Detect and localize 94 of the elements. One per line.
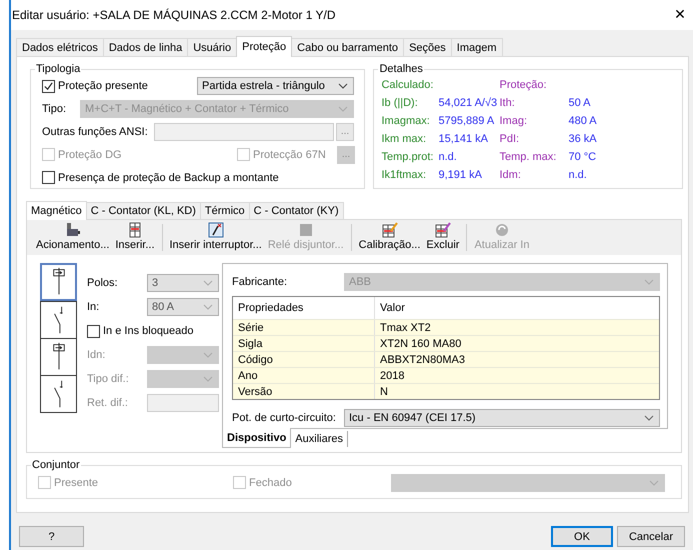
tab[interactable]: Magnético — [26, 201, 87, 220]
dropdown[interactable] — [147, 370, 219, 388]
detail-value: n.d. — [568, 169, 588, 181]
detail-label: Imag: — [499, 115, 528, 127]
section-heading: Proteção: — [499, 79, 548, 91]
detail-value: 5795,889 A — [438, 115, 496, 127]
symbol-button[interactable] — [40, 375, 77, 413]
detail-value: 50 A — [568, 97, 592, 109]
checkbox[interactable]: In e Ins bloqueado — [87, 324, 194, 338]
toolbar-button[interactable]: Excluir — [423, 222, 462, 255]
dropdown[interactable]: 80 A — [147, 298, 219, 316]
square-icon — [298, 222, 314, 238]
field-label: Tipo: — [42, 102, 68, 114]
dropdown[interactable] — [147, 346, 219, 364]
toolbar-button[interactable]: Calibração... — [356, 222, 424, 255]
field-label: In: — [87, 301, 100, 313]
tab[interactable]: Dispositivo — [222, 428, 292, 448]
tab[interactable]: Seções — [403, 38, 452, 56]
detail-value: 9,191 kA — [438, 169, 483, 181]
symbol-button[interactable] — [40, 301, 77, 339]
switch-icon — [208, 222, 224, 238]
toolbar-button[interactable]: Inserir interruptor... — [166, 222, 265, 255]
column-header: Valor — [379, 302, 405, 314]
chevron-down-icon — [644, 278, 654, 284]
toolbar-button[interactable]: Acionamento... — [33, 222, 112, 255]
refresh-icon — [494, 222, 510, 238]
checkmark-icon — [43, 80, 54, 92]
ok-button[interactable]: OK — [551, 526, 613, 547]
input-field[interactable] — [147, 394, 219, 412]
chevron-down-icon — [644, 414, 654, 420]
detail-label: Imagmax: — [381, 115, 431, 127]
section-heading: Calculado: — [381, 79, 434, 91]
field-label: Polos: — [87, 277, 119, 289]
chevron-down-icon — [203, 304, 213, 310]
detail-value: 36 kA — [568, 133, 598, 145]
detail-label: PdI: — [499, 133, 520, 145]
checkbox[interactable]: Presença de proteção de Backup a montante — [42, 171, 279, 184]
symbol-button[interactable] — [40, 263, 77, 301]
detail-value: n.d. — [438, 151, 458, 163]
chevron-down-icon — [649, 480, 659, 486]
tab[interactable]: Térmico — [200, 202, 250, 219]
chevron-down-icon — [338, 106, 348, 112]
field-label: Idn: — [87, 349, 106, 361]
field-label: Outras funções ANSI: — [42, 126, 149, 138]
motor-icon — [64, 222, 81, 238]
table-cell-text: N — [379, 386, 388, 398]
toolbar-button[interactable]: Inserir... — [112, 222, 158, 255]
input-field[interactable] — [154, 122, 334, 140]
chevron-down-icon — [203, 280, 213, 286]
table-cell-text: Tmax XT2 — [379, 322, 431, 334]
field-label: Pot. de curto-circuito: — [232, 412, 337, 424]
tab[interactable]: C - Contator (KL, KD) — [86, 202, 201, 219]
window-title: Editar usuário: +SALA DE MÁQUINAS 2.CCM 2-Motor 1 Y/D — [12, 8, 337, 22]
tab[interactable]: Dados elétricos — [16, 38, 104, 56]
detail-value: 54,021 A/√3 — [438, 97, 498, 109]
table-cell: Versão — [233, 384, 375, 399]
detail-label: Ith: — [499, 97, 516, 109]
field-label: Tipo dif.: — [87, 373, 130, 385]
detail-value: 70 °C — [568, 151, 598, 163]
dropdown[interactable] — [391, 474, 665, 492]
detail-label: Temp. max: — [499, 151, 558, 163]
close-button[interactable]: ✕ — [667, 7, 693, 23]
help-button[interactable]: ? — [19, 526, 84, 547]
field-label: Fabricante: — [232, 276, 288, 288]
tab[interactable]: C - Contator (KY) — [248, 202, 344, 219]
cancel-button[interactable]: Cancelar — [617, 526, 685, 547]
tab[interactable]: Imagem — [450, 38, 503, 56]
table-cell-text: ABBXT2N80MA3 — [379, 354, 465, 366]
table-cell-text: 2018 — [379, 370, 404, 382]
detail-value: 15,141 kA — [438, 133, 490, 145]
detail-label: Ib (||D): — [381, 97, 419, 109]
table-cell-text: XT2N 160 MA80 — [379, 338, 462, 350]
detail-label: Temp.prot: — [381, 151, 434, 163]
field-label: Ret. dif.: — [87, 397, 129, 409]
dropdown[interactable]: 3 — [147, 274, 219, 292]
checkbox[interactable]: Proteção presente — [42, 80, 197, 92]
detail-label: Ik1ftmax: — [381, 169, 428, 181]
chevron-down-icon — [338, 83, 348, 89]
chevron-down-icon — [203, 376, 213, 382]
symbol-button[interactable] — [40, 338, 77, 376]
dropdown[interactable]: Icu - EN 60947 (CEI 17.5) — [344, 408, 660, 426]
tab[interactable]: Proteção — [236, 36, 292, 57]
detail-label: Ikm max: — [381, 133, 428, 145]
detail-value: 480 A — [568, 115, 598, 127]
table-pencil-icon — [434, 222, 451, 238]
chevron-down-icon — [203, 352, 213, 358]
group-title: Tipologia — [35, 63, 82, 75]
group-title: Conjuntor — [31, 459, 81, 471]
detail-label: Idm: — [499, 169, 522, 181]
dropdown[interactable]: Partida estrela - triângulo — [197, 77, 354, 95]
table-pencil-icon — [382, 222, 398, 238]
table-icon — [126, 222, 143, 238]
tab[interactable]: Auxiliares — [291, 431, 348, 447]
group-title: Detalhes — [378, 63, 424, 75]
